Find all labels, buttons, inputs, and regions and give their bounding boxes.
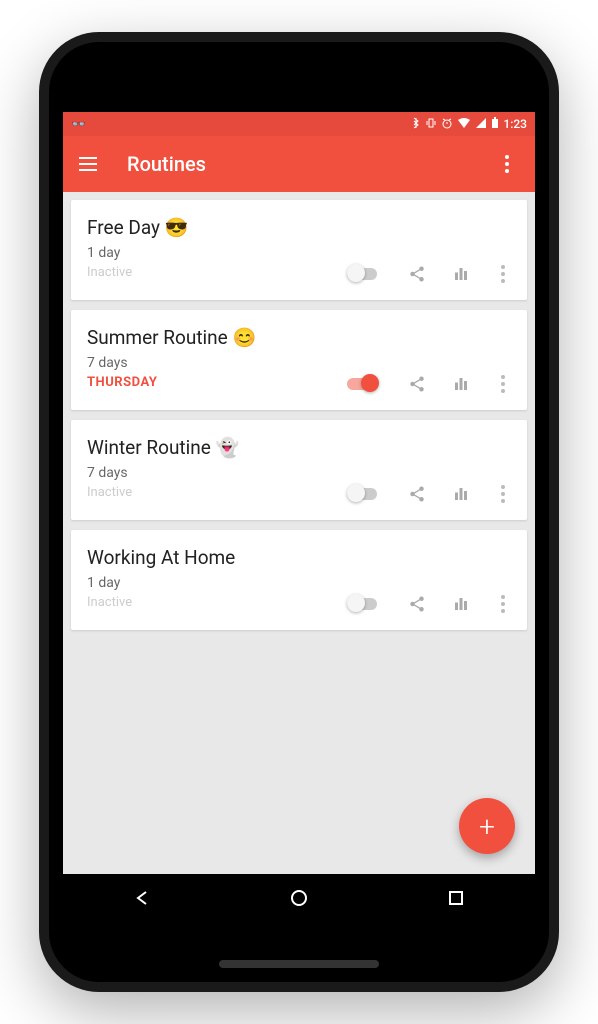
vibrate-icon <box>425 117 437 132</box>
share-icon[interactable] <box>407 484 427 504</box>
recents-button[interactable] <box>444 886 468 910</box>
routine-card[interactable]: Summer Routine 😊 7 days THURSDAY <box>71 310 527 410</box>
navigation-bar <box>63 874 535 922</box>
stats-icon[interactable] <box>451 374 471 394</box>
routine-card[interactable]: Working At Home 1 day Inactive <box>71 530 527 630</box>
share-icon[interactable] <box>407 264 427 284</box>
phone-frame: 👓 <box>39 32 559 992</box>
bluetooth-icon <box>411 117 421 132</box>
stats-icon[interactable] <box>451 264 471 284</box>
routine-toggle[interactable] <box>347 594 383 614</box>
add-routine-fab[interactable]: + <box>459 798 515 854</box>
phone-inner: 👓 <box>49 42 549 982</box>
routine-list: Free Day 😎 1 day Inactive Summer Routine… <box>63 192 535 874</box>
menu-button[interactable] <box>79 152 103 176</box>
alarm-icon <box>441 117 453 132</box>
stats-icon[interactable] <box>451 484 471 504</box>
routine-card[interactable]: Free Day 😎 1 day Inactive <box>71 200 527 300</box>
share-icon[interactable] <box>407 374 427 394</box>
card-menu-button[interactable] <box>495 595 511 613</box>
glasses-icon: 👓 <box>71 117 86 131</box>
stats-icon[interactable] <box>451 594 471 614</box>
card-menu-button[interactable] <box>495 375 511 393</box>
routine-title: Winter Routine 👻 <box>87 436 511 459</box>
share-icon[interactable] <box>407 594 427 614</box>
routine-duration: 7 days <box>87 355 511 371</box>
wifi-icon <box>457 117 471 132</box>
page-title: Routines <box>127 152 495 176</box>
routine-title: Working At Home <box>87 546 511 569</box>
app-bar: Routines <box>63 136 535 192</box>
clock-time: 1:23 <box>503 117 527 131</box>
routine-duration: 7 days <box>87 465 511 481</box>
routine-toggle[interactable] <box>347 484 383 504</box>
routine-title: Summer Routine 😊 <box>87 326 511 349</box>
battery-icon <box>491 117 499 132</box>
routine-duration: 1 day <box>87 575 511 591</box>
routine-toggle[interactable] <box>347 374 383 394</box>
status-bar: 👓 <box>63 112 535 136</box>
plus-icon: + <box>479 810 495 843</box>
routine-toggle[interactable] <box>347 264 383 284</box>
overflow-menu-button[interactable] <box>495 155 519 173</box>
routine-title: Free Day 😎 <box>87 216 511 239</box>
card-menu-button[interactable] <box>495 265 511 283</box>
back-button[interactable] <box>130 886 154 910</box>
speaker-bottom <box>219 960 379 968</box>
card-menu-button[interactable] <box>495 485 511 503</box>
routine-duration: 1 day <box>87 245 511 261</box>
routine-card[interactable]: Winter Routine 👻 7 days Inactive <box>71 420 527 520</box>
home-button[interactable] <box>287 886 311 910</box>
screen: 👓 <box>63 112 535 922</box>
signal-icon <box>475 117 487 132</box>
